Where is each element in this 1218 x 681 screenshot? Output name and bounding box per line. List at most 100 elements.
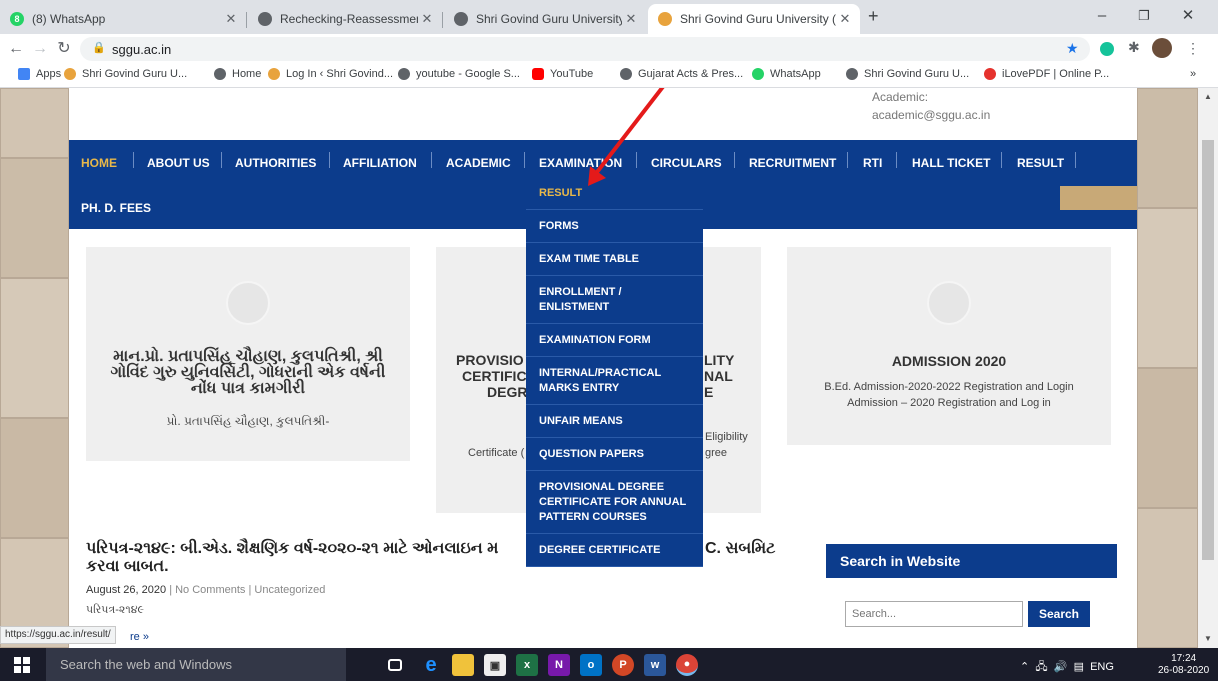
chrome-icon[interactable]: ● <box>676 654 698 676</box>
tray-chevron-icon[interactable]: ⌃ <box>1020 661 1029 673</box>
bookmark-item[interactable]: YouTube <box>532 68 593 80</box>
bookmark-item[interactable]: Home <box>214 68 261 80</box>
grammarly-extension-icon[interactable] <box>1100 42 1114 56</box>
youtube-icon <box>532 68 544 80</box>
new-tab-button[interactable]: + <box>868 6 879 27</box>
taskbar-search-box[interactable]: Search the web and Windows <box>46 648 346 681</box>
nav-recruitment[interactable]: RECRUITMENT <box>749 156 836 170</box>
extensions-puzzle-icon[interactable]: ✱ <box>1128 39 1140 56</box>
dropdown-item-forms[interactable]: FORMS <box>526 210 703 243</box>
file-explorer-icon[interactable] <box>452 654 474 676</box>
profile-avatar[interactable] <box>1152 38 1172 58</box>
nav-rti[interactable]: RTI <box>863 156 882 170</box>
system-tray: ⌃ 🖧 🔊 ▤ ENG <box>1020 658 1114 677</box>
page-scrollbar[interactable]: ▲ ▼ <box>1198 88 1218 648</box>
onenote-icon[interactable]: N <box>548 654 570 676</box>
nav-affiliation[interactable]: AFFILIATION <box>343 156 417 170</box>
bookmark-item[interactable]: youtube - Google S... <box>398 68 520 80</box>
card-title: LITY <box>704 352 735 368</box>
store-icon[interactable]: ▣ <box>484 654 506 676</box>
dropdown-item-degree-certificate[interactable]: DEGREE CERTIFICATE <box>526 534 703 567</box>
volume-icon[interactable]: 🔊 <box>1054 661 1068 673</box>
tab-whatsapp[interactable]: 8 (8) WhatsApp ✕ <box>0 4 246 34</box>
tab-sggu-active[interactable]: Shri Govind Guru University (SGG ✕ <box>648 4 860 34</box>
bookmark-item[interactable]: iLovePDF | Online P... <box>984 68 1109 80</box>
contact-info: Academic: academic@sggu.ac.in <box>872 88 990 124</box>
menu-kebab-icon[interactable]: ⋮ <box>1186 40 1200 57</box>
dropdown-item-exam-time-table[interactable]: EXAM TIME TABLE <box>526 243 703 276</box>
dropdown-item-enrollment[interactable]: ENROLLMENT / ENLISTMENT <box>526 276 703 324</box>
address-bar[interactable]: 🔒 sggu.ac.in ★ <box>80 37 1090 61</box>
tab-sggu-godhra[interactable]: Shri Govind Guru University Godh ✕ <box>444 4 646 34</box>
word-icon[interactable]: w <box>644 654 666 676</box>
card-text: gree <box>705 447 728 459</box>
close-icon[interactable]: ✕ <box>222 11 240 27</box>
site-search-input[interactable] <box>845 601 1023 627</box>
forward-arrow-icon[interactable]: → <box>30 39 50 59</box>
bookmark-item[interactable]: Shri Govind Guru U... <box>846 68 969 80</box>
globe-icon <box>846 68 858 80</box>
contact-email[interactable]: academic@sggu.ac.in <box>872 106 990 124</box>
bookmark-apps[interactable]: Apps <box>18 68 61 80</box>
nav-result[interactable]: RESULT <box>1017 156 1064 170</box>
post-excerpt: પરિપત્ર-૨૧૪૯ <box>86 604 145 616</box>
close-window-icon[interactable]: ✕ <box>1168 4 1208 28</box>
featured-card-admission[interactable]: ADMISSION 2020 B.Ed. Admission-2020-2022… <box>787 247 1111 445</box>
background-stone <box>0 418 69 538</box>
post-category-link[interactable]: Uncategorized <box>254 584 325 596</box>
powerpoint-icon[interactable]: P <box>612 654 634 676</box>
close-icon[interactable]: ✕ <box>418 11 436 27</box>
outlook-icon[interactable]: o <box>580 654 602 676</box>
scroll-down-icon[interactable]: ▼ <box>1204 634 1212 643</box>
excel-icon[interactable]: x <box>516 654 538 676</box>
edge-browser-icon[interactable]: e <box>420 654 442 676</box>
close-icon[interactable]: ✕ <box>622 11 640 27</box>
close-icon[interactable]: ✕ <box>836 11 854 27</box>
dropdown-item-question-papers[interactable]: QUESTION PAPERS <box>526 438 703 471</box>
nav-phd-fees[interactable]: PH. D. FEES <box>81 201 151 215</box>
nav-hall-ticket[interactable]: HALL TICKET <box>912 156 990 170</box>
nav-academic[interactable]: ACADEMIC <box>446 156 511 170</box>
bookmarks-overflow-button[interactable]: » <box>1190 68 1196 80</box>
dropdown-item-provisional-degree[interactable]: PROVISIONAL DEGREE CERTIFICATE FOR ANNUA… <box>526 471 703 534</box>
featured-card-vc[interactable]: માન.પ્રો. પ્રતાપસિંહ ચૌહાણ, કુલપતિશ્રી, … <box>86 247 410 461</box>
nav-authorities[interactable]: AUTHORITIES <box>235 156 316 170</box>
bookmark-item[interactable]: Gujarat Acts & Pres... <box>620 68 743 80</box>
dropdown-item-unfair-means[interactable]: UNFAIR MEANS <box>526 405 703 438</box>
notification-icon[interactable]: ▤ <box>1074 661 1084 673</box>
bookmark-item[interactable]: WhatsApp <box>752 68 821 80</box>
back-arrow-icon[interactable]: ← <box>6 39 26 59</box>
annotation-arrow-icon <box>588 88 665 186</box>
nav-separator <box>221 152 222 168</box>
nav-about-us[interactable]: ABOUT US <box>147 156 210 170</box>
taskbar-clock[interactable]: 17:24 26-08-2020 <box>1158 653 1209 677</box>
reload-icon[interactable]: ↻ <box>54 39 74 59</box>
tab-label: (8) WhatsApp <box>32 12 106 26</box>
nav-separator <box>896 152 897 168</box>
site-search-button[interactable]: Search <box>1028 601 1090 627</box>
bookmark-item[interactable]: Log In ‹ Shri Govind... <box>268 68 393 80</box>
scrollbar-thumb[interactable] <box>1202 140 1214 560</box>
meta-separator: | <box>169 584 173 596</box>
nav-home[interactable]: HOME <box>81 156 117 170</box>
task-view-icon[interactable] <box>388 659 402 671</box>
globe-icon <box>454 12 468 26</box>
dropdown-item-examination-form[interactable]: EXAMINATION FORM <box>526 324 703 357</box>
globe-icon <box>214 68 226 80</box>
scroll-up-icon[interactable]: ▲ <box>1204 92 1212 101</box>
bookmark-label: Home <box>232 68 262 80</box>
card-text: પ્રો. પ્રતાપસિંહ ચૌહાણ, કુલપતિશ્રી- <box>166 414 330 428</box>
tab-rechecking[interactable]: Rechecking-Reassessment-Online ✕ <box>248 4 442 34</box>
read-more-link[interactable]: re » <box>130 631 149 643</box>
star-icon[interactable]: ★ <box>1066 40 1079 57</box>
windows-start-icon[interactable] <box>14 657 30 673</box>
nav-separator <box>1001 152 1002 168</box>
minimize-icon[interactable]: – <box>1082 4 1122 28</box>
network-icon[interactable]: 🖧 <box>1035 661 1047 673</box>
language-indicator[interactable]: ENG <box>1090 661 1114 673</box>
post-comments-link[interactable]: No Comments <box>175 584 245 596</box>
bookmark-item[interactable]: Shri Govind Guru U... <box>64 68 187 80</box>
dropdown-item-marks-entry[interactable]: INTERNAL/PRACTICAL MARKS ENTRY <box>526 357 703 405</box>
restore-icon[interactable]: ❐ <box>1124 4 1164 28</box>
bookmark-label: iLovePDF | Online P... <box>1002 68 1110 80</box>
